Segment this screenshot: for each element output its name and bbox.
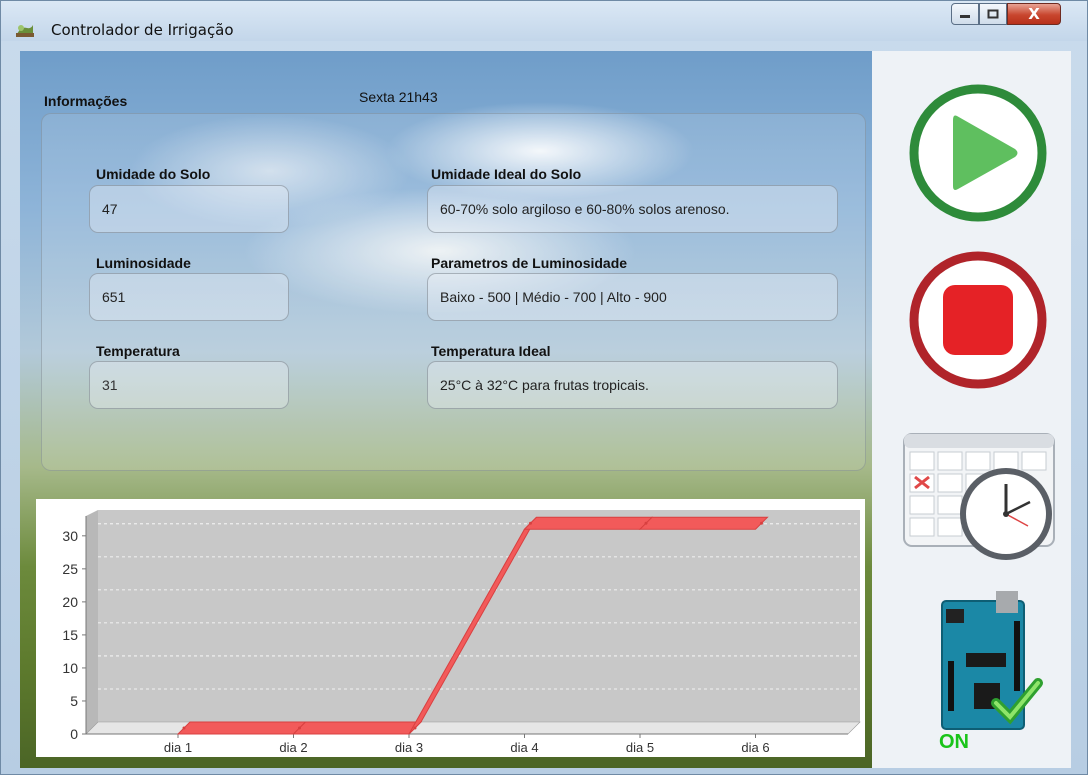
chart-y-tick-label: 10 (62, 660, 78, 676)
chart-x-tick-label: dia 2 (279, 740, 307, 755)
chart-series-segment (523, 516, 654, 530)
chart-data-point (760, 521, 763, 525)
ideal-soil-moisture-label: Umidade Ideal do Solo (431, 166, 582, 182)
chart-data-point (298, 726, 301, 730)
app-window: Controlador de Irrigação X Informações S… (0, 0, 1088, 775)
maximize-icon (987, 9, 999, 19)
chart-x-tick-label: dia 5 (626, 740, 654, 755)
chart-x-tick-label: dia 6 (741, 740, 769, 755)
maximize-button[interactable] (979, 3, 1007, 25)
chart-x-tick-label: dia 1 (164, 740, 192, 755)
chart-x-tick-label: dia 3 (395, 740, 423, 755)
datetime-label: Sexta 21h43 (359, 89, 438, 105)
luminosity-params-label: Parametros de Luminosidade (431, 255, 628, 271)
temperature-field[interactable]: 31 (89, 361, 289, 409)
temperature-chart: 0 5 10 15 20 25 30 dia 1 dia 2 dia 3 dia 4 dia 5 dia… (36, 499, 865, 757)
stop-icon[interactable] (907, 249, 1049, 391)
content-area: Informações Sexta 21h43 Umidade do Solo … (20, 51, 1071, 768)
soil-moisture-label: Umidade do Solo (96, 166, 211, 182)
calendar-clock-icon[interactable] (902, 430, 1062, 560)
chart-data-point (413, 726, 417, 730)
chart-x-tick-label: dia 4 (510, 740, 538, 755)
minimize-button[interactable] (951, 3, 979, 25)
minimize-icon (960, 15, 970, 18)
close-icon: X (1028, 5, 1040, 23)
close-button[interactable]: X (1007, 3, 1061, 25)
board-status-label: ON (939, 731, 969, 753)
arduino-board-icon (941, 591, 1043, 730)
window-title: Controlador de Irrigação (51, 21, 234, 39)
luminosity-label: Luminosidade (96, 255, 191, 271)
temperature-label: Temperatura (96, 343, 180, 359)
play-icon[interactable] (907, 82, 1049, 224)
chart-series-segment (292, 721, 423, 735)
chart-data-point (644, 521, 648, 525)
ideal-soil-moisture-field[interactable]: 60-70% solo argiloso e 60-80% solos aren… (427, 185, 838, 233)
luminosity-field[interactable]: 651 (89, 273, 289, 321)
chart-series-segment (176, 721, 307, 735)
info-section-label: Informações (44, 93, 128, 109)
chart-svg: 0 5 10 15 20 25 30 dia 1 dia 2 dia 3 dia 4 dia 5 dia… (62, 510, 861, 755)
background-scene: Informações Sexta 21h43 Umidade do Solo … (20, 51, 872, 768)
ideal-temperature-label: Temperatura Ideal (431, 343, 551, 359)
control-panel: ON (872, 51, 1071, 768)
luminosity-params-field[interactable]: Baixo - 500 | Médio - 700 | Alto - 900 (427, 273, 838, 321)
chart-side-wall (86, 510, 98, 734)
chart-y-tick-label: 15 (62, 627, 78, 643)
chart-y-tick-label: 20 (62, 594, 78, 610)
chart-y-tick-label: 0 (70, 726, 78, 742)
chart-y-tick-label: 25 (62, 561, 78, 577)
chart-data-point (182, 726, 186, 730)
soil-moisture-field[interactable]: 47 (89, 185, 289, 233)
app-icon (16, 25, 34, 37)
chart-data-point (529, 521, 532, 525)
chart-y-tick-label: 30 (62, 528, 78, 544)
chart-y-tick-label: 5 (70, 693, 78, 709)
title-bar[interactable]: Controlador de Irrigação X (1, 1, 1087, 41)
ideal-temperature-field[interactable]: 25°C à 32°C para frutas tropicais. (427, 361, 838, 409)
chart-series-segment (638, 516, 769, 530)
